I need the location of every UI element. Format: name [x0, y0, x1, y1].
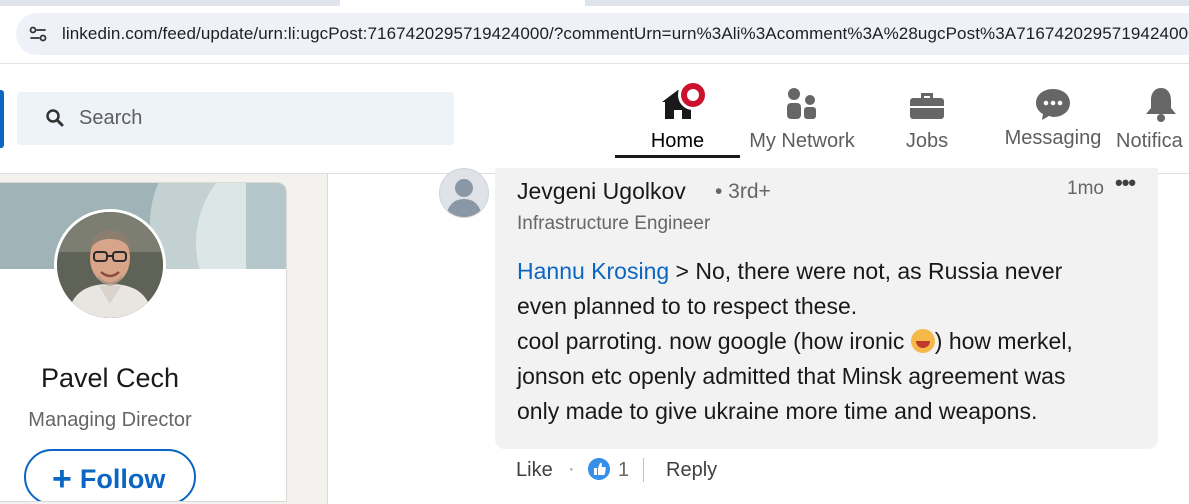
comment-line-2: even planned to to respect these. — [517, 293, 858, 319]
search-icon — [46, 109, 64, 127]
profile-photo — [57, 212, 163, 318]
home-active-indicator — [615, 155, 740, 158]
comment-line-3b: ) how merkel, — [934, 328, 1073, 354]
reply-button[interactable]: Reply — [666, 459, 717, 482]
comment-author-name[interactable]: Jevgeni Ugolkov — [517, 178, 686, 205]
messaging-icon — [1036, 89, 1070, 120]
nav-my-network[interactable]: My Network — [742, 80, 862, 158]
default-avatar-icon — [440, 169, 488, 217]
comment-line-3a: cool parroting. now google (how ironic — [517, 328, 911, 354]
nav-my-network-label: My Network — [749, 130, 855, 152]
site-settings-icon[interactable] — [28, 24, 48, 44]
nav-jobs-label: Jobs — [905, 130, 949, 152]
bell-icon — [1146, 88, 1176, 122]
like-reaction-icon[interactable] — [588, 458, 610, 480]
comment-bubble: Jevgeni Ugolkov • 3rd+ Infrastructure En… — [495, 168, 1158, 449]
search-box[interactable] — [17, 92, 454, 145]
follow-label: Follow — [79, 463, 166, 494]
comment-line-1: > No, there were not, as Russia never — [669, 258, 1063, 284]
linkedin-nav: Home My Network Jobs Messaging — [0, 64, 1189, 174]
mention-link[interactable]: Hannu Krosing — [517, 258, 669, 284]
nav-messaging-label: Messaging — [1004, 127, 1102, 149]
browser-toolbar: linkedin.com/feed/update/urn:li:ugcPost:… — [0, 0, 1189, 64]
nav-notifications[interactable]: Notifica — [1116, 80, 1189, 158]
comment-line-4: jonson etc openly admitted that Minsk ag… — [517, 363, 1066, 389]
comment-timestamp: 1mo — [1067, 178, 1104, 199]
more-options-icon[interactable]: ••• — [1115, 170, 1136, 196]
comment-body: Hannu Krosing > No, there were not, as R… — [517, 254, 1147, 429]
nav-messaging[interactable]: Messaging — [997, 80, 1109, 158]
like-count[interactable]: 1 — [618, 459, 629, 482]
profile-name[interactable]: Pavel Cech — [0, 363, 220, 394]
like-button[interactable]: Like — [516, 459, 553, 482]
separator-dot: · — [568, 458, 575, 480]
network-icon — [787, 88, 816, 119]
profile-headline: Managing Director — [28, 409, 192, 431]
tab-strip — [0, 0, 1189, 6]
comment-line-5: only made to give ukraine more time and … — [517, 398, 1038, 424]
plus-icon: + — [52, 459, 72, 498]
address-bar[interactable]: linkedin.com/feed/update/urn:li:ugcPost:… — [16, 13, 1189, 55]
nav-jobs[interactable]: Jobs — [887, 80, 967, 158]
profile-avatar[interactable] — [54, 209, 166, 321]
active-tab[interactable] — [340, 0, 585, 6]
rofl-emoji-icon — [910, 329, 935, 353]
nav-home-label: Home — [650, 130, 705, 152]
commenter-avatar[interactable] — [439, 168, 489, 218]
nav-notifications-label: Notifica — [1116, 130, 1183, 152]
comment-author-headline: Infrastructure Engineer — [517, 213, 711, 234]
follow-button[interactable]: + Follow — [24, 449, 196, 501]
divider — [643, 458, 644, 482]
url-text[interactable]: linkedin.com/feed/update/urn:li:ugcPost:… — [62, 24, 1189, 44]
connection-degree: • 3rd+ — [715, 180, 771, 203]
profile-card: Pavel Cech Managing Director + Follow — [0, 182, 287, 502]
linkedin-logo-edge[interactable] — [0, 90, 4, 148]
briefcase-icon — [910, 93, 944, 119]
search-input[interactable] — [79, 92, 439, 145]
notification-badge — [678, 80, 708, 110]
